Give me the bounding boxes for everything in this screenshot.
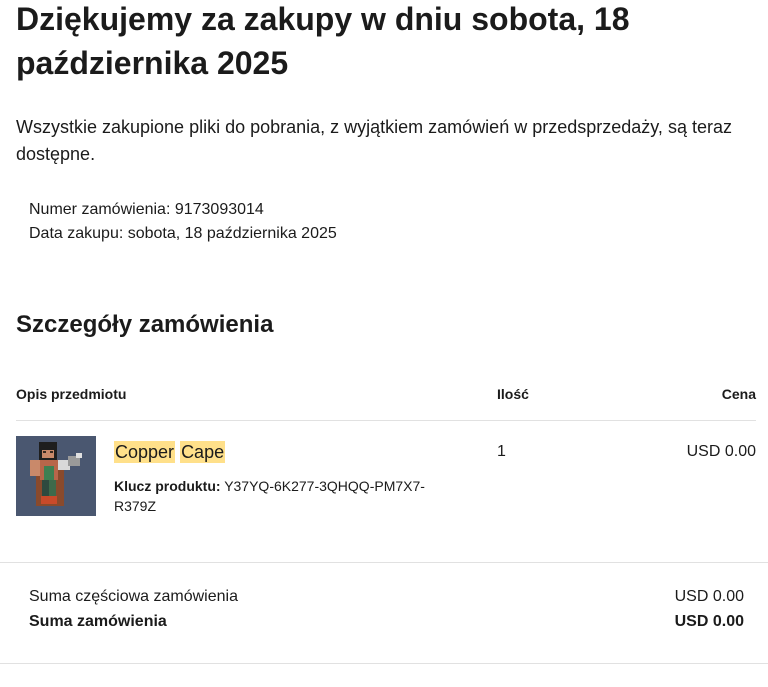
product-name-word-2: Cape — [180, 441, 226, 463]
subtotal-label: Suma częściowa zamówienia — [29, 588, 238, 605]
order-details-heading: Szczegóły zamówienia — [16, 311, 274, 338]
order-meta: Numer zamówienia: 9173093014 Data zakupu… — [29, 198, 337, 246]
product-thumbnail — [16, 436, 96, 516]
totals-divider — [0, 663, 768, 664]
total-label: Suma zamówienia — [29, 613, 167, 630]
column-header-quantity: Ilość — [497, 386, 529, 402]
order-number: Numer zamówienia: 9173093014 — [29, 201, 264, 218]
total-value: USD 0.00 — [674, 613, 744, 630]
product-name-word-1: Copper — [114, 441, 176, 463]
product-name[interactable]: Copper Cape — [114, 438, 226, 466]
product-key: Klucz produktu: Y37YQ-6K277-3QHQQ-PM7X7-… — [114, 476, 444, 516]
intro-text: Wszystkie zakupione pliki do pobrania, z… — [16, 117, 732, 164]
item-quantity: 1 — [497, 443, 506, 460]
purchase-date: Data zakupu: sobota, 18 października 202… — [29, 225, 337, 242]
minecraft-character-icon — [16, 436, 96, 516]
subtotal-value: USD 0.00 — [674, 588, 744, 605]
header-divider — [16, 420, 756, 421]
column-header-price: Cena — [721, 386, 756, 402]
product-key-label: Klucz produktu: — [114, 478, 221, 494]
items-divider — [0, 562, 768, 563]
page-title: Dziękujemy za zakupy w dniu sobota, 18 p… — [16, 1, 630, 81]
column-header-description: Opis przedmiotu — [16, 386, 127, 402]
item-price: USD 0.00 — [686, 443, 756, 460]
